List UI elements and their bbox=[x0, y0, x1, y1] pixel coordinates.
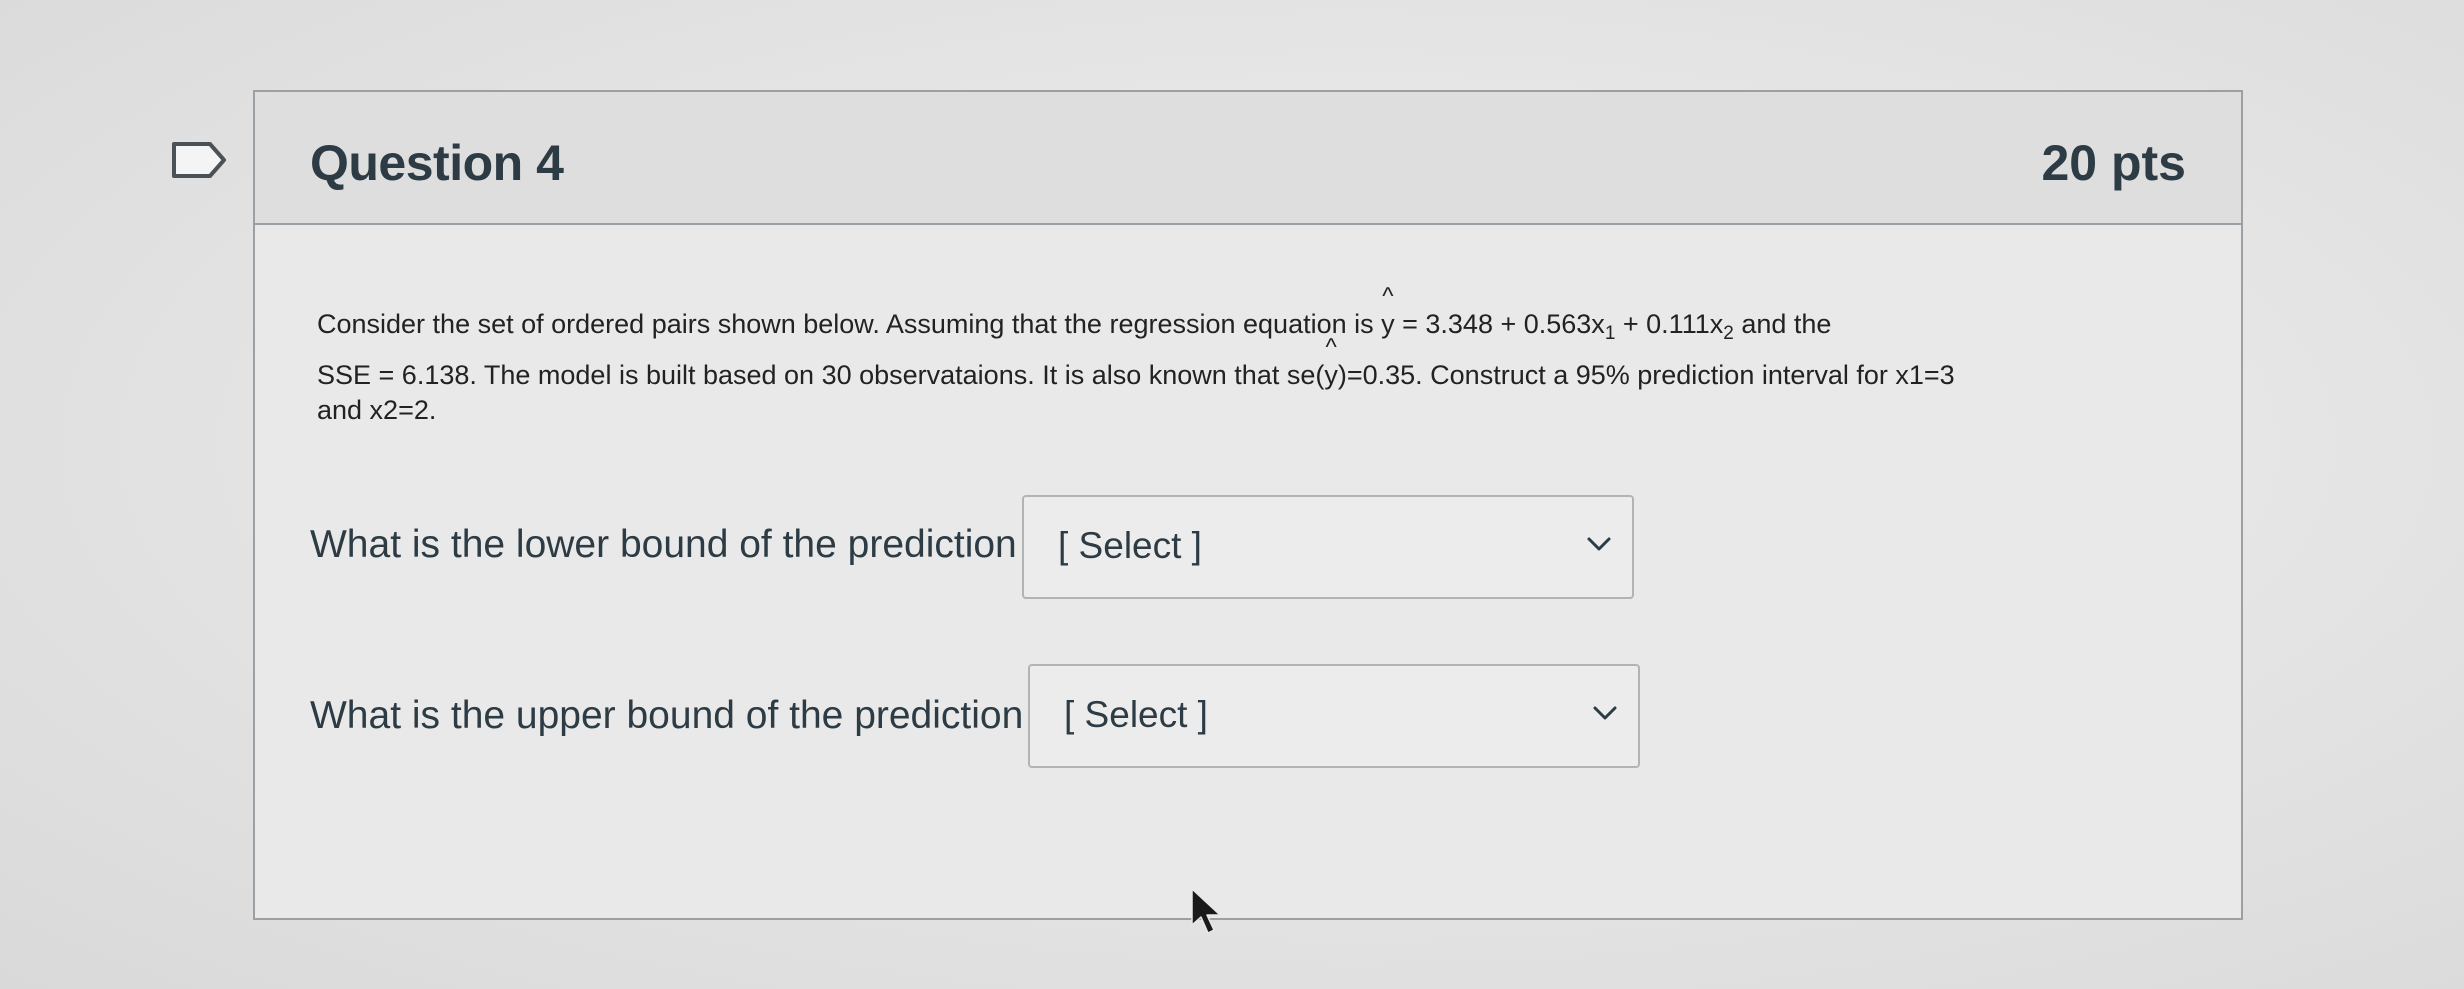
lower-bound-select[interactable]: [ Select ] bbox=[1022, 495, 1634, 599]
question-points: 20 pts bbox=[2041, 135, 2186, 191]
question-title: Question 4 bbox=[310, 135, 564, 191]
chevron-down-icon bbox=[1587, 537, 1611, 551]
y-hat-symbol: ^ y bbox=[1381, 283, 1395, 340]
question-card: Question 4 20 pts Consider the set of or… bbox=[253, 90, 2243, 920]
question-text: Consider the set of ordered pairs shown … bbox=[317, 283, 2197, 428]
chevron-down-icon bbox=[1593, 706, 1617, 720]
mouse-pointer-icon bbox=[1191, 888, 1221, 934]
lower-bound-select-value: [ Select ] bbox=[1058, 525, 1202, 566]
question-text-line-2: SSE = 6.138. The model is built based on… bbox=[317, 334, 2197, 393]
bookmark-icon[interactable] bbox=[170, 140, 230, 180]
question-text-line-1: Consider the set of ordered pairs shown … bbox=[317, 283, 1832, 344]
question-text-line-3: and x2=2. bbox=[317, 395, 437, 426]
upper-bound-select[interactable]: [ Select ] bbox=[1028, 664, 1640, 768]
question-header: Question 4 20 pts bbox=[255, 92, 2241, 225]
upper-bound-select-value: [ Select ] bbox=[1064, 694, 1208, 735]
y-hat-symbol: ^ y bbox=[1324, 334, 1338, 391]
